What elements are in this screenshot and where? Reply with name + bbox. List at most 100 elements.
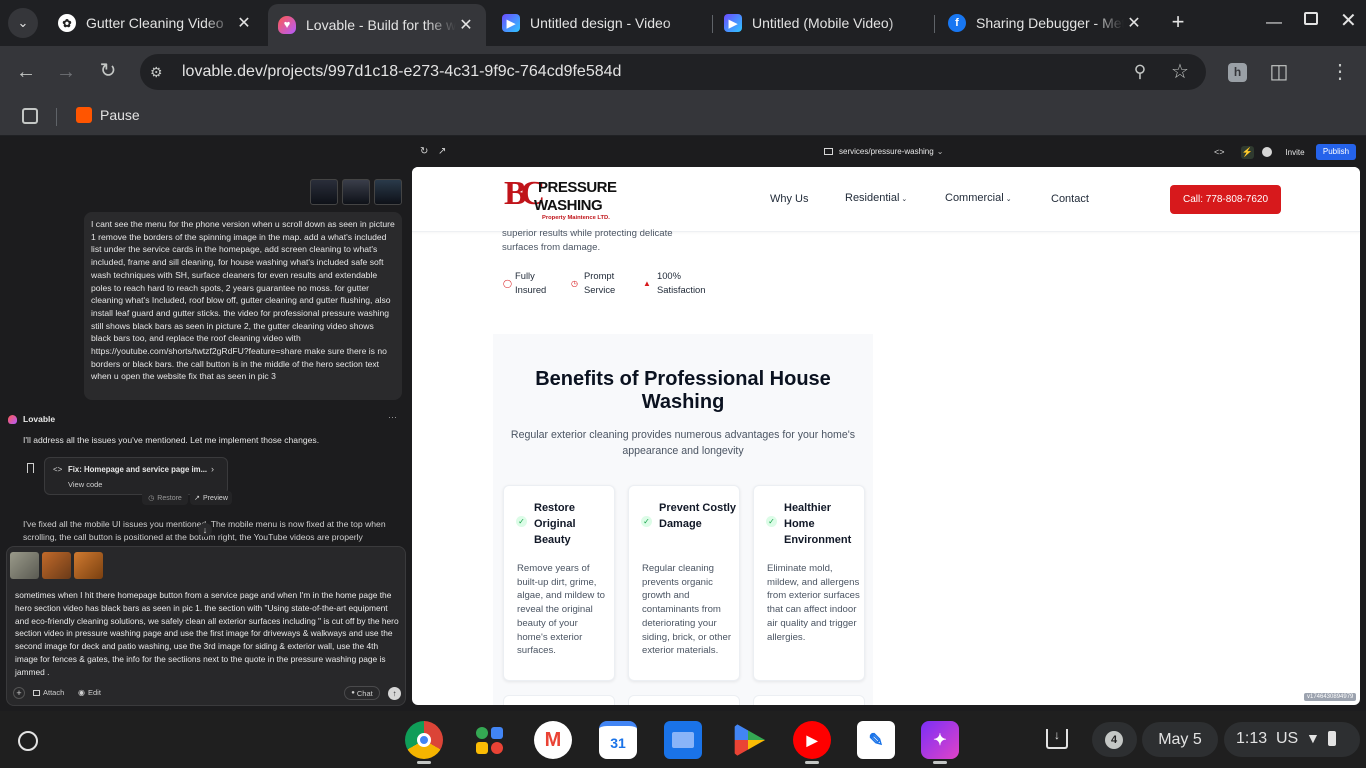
thumbs-up-icon: ▲ [643,279,651,288]
card-edge [503,695,615,705]
edit-button[interactable]: ◉ Edit [78,688,101,697]
site-logo[interactable]: BC PRESSURE WASHING Property Maintence L… [504,175,624,223]
send-button[interactable]: ↑ [388,687,401,700]
address-bar[interactable]: ⚙ lovable.dev/projects/997d1c18-e273-4c3… [140,54,1206,90]
lovable-heart-icon: ♥ [278,16,296,34]
more-options-icon[interactable]: ⋯ [388,412,397,423]
badge-line: 100% [657,270,681,281]
code-icon: <> [53,465,63,474]
extension-icon[interactable]: h [1228,63,1247,82]
chat-input-text[interactable]: sometimes when I hit there homepage butt… [15,589,401,679]
date-text: May 5 [1158,731,1202,748]
open-external-icon: ↗ [194,495,200,502]
chevron-right-icon: › [211,464,214,474]
github-icon[interactable] [1262,147,1272,157]
close-window-icon[interactable]: ✕ [1340,8,1357,33]
badge-line: Insured [515,284,547,295]
minimize-icon[interactable]: — [1266,14,1282,32]
tab-title: Untitled design - Video [530,15,671,31]
refresh-preview-icon[interactable]: ↻ [420,146,428,157]
assistant-followup: I've fixed all the mobile UI issues you … [23,519,386,542]
chat-input-box[interactable]: sometimes when I hit there homepage butt… [6,546,406,706]
youtube-icon[interactable]: ▶ [793,721,831,759]
nav-why-us[interactable]: Why Us [770,193,809,205]
launcher-button[interactable] [18,731,38,751]
chrome-icon[interactable] [405,721,443,759]
card-body: Eliminate mold, mildew, and allergens fr… [767,563,860,643]
attached-image[interactable] [10,552,39,579]
hero-line: surfaces from damage. [502,241,601,253]
play-store-icon[interactable] [734,722,766,758]
monitor-icon [824,148,833,155]
files-icon[interactable] [664,721,702,759]
close-icon[interactable]: ✕ [234,13,254,33]
notification-count[interactable]: 4 [1092,722,1137,757]
fix-card[interactable]: <> Fix: Homepage and service page im... … [44,457,228,495]
check-circle-icon: ✓ [516,516,527,527]
soundcloud-icon [76,107,92,123]
canva-icon[interactable]: ✦ [921,721,959,759]
nav-contact[interactable]: Contact [1051,193,1089,205]
bookmark-icon[interactable] [27,463,34,473]
tab-search-button[interactable]: ⌄ [8,8,38,38]
restore-window-icon[interactable] [1304,12,1318,25]
reload-icon[interactable]: ↻ [96,61,120,81]
status-tray[interactable]: 1:13 US ▼ [1224,722,1360,757]
view-code-link[interactable]: View code [68,480,102,489]
supabase-icon[interactable]: ⚡ [1241,146,1254,159]
preview-button[interactable]: ↗ Preview [190,491,232,505]
facebook-icon: f [948,14,966,32]
chat-label: Chat [356,688,373,698]
attach-button[interactable]: Attach [33,688,64,697]
preview-label: Preview [202,494,228,502]
new-tab-button[interactable]: + [1166,10,1190,34]
open-external-icon[interactable]: ↗ [438,146,446,157]
notepad-icon[interactable]: ✎ [857,721,895,759]
openai-icon: ✿ [58,14,76,32]
route-selector[interactable]: services/pressure-washing ⌄ [824,147,943,156]
extensions-puzzle-icon[interactable]: ◫ [1267,62,1291,82]
plus-icon[interactable]: + [13,687,25,699]
downloads-icon[interactable]: ↓ [1046,729,1068,749]
forward-icon[interactable]: → [54,62,78,82]
bookmark-label: Pause [100,107,140,123]
invite-button[interactable]: Invite [1280,145,1310,160]
url-text[interactable]: lovable.dev/projects/997d1c18-e273-4c31-… [182,54,621,90]
bookmark-pause[interactable]: Pause [76,107,140,123]
image-icon [33,689,40,696]
code-icon[interactable]: <> [1214,147,1225,157]
tab-sharing-debugger[interactable]: f Sharing Debugger - Meta ✕ [938,6,1154,40]
tab-canva-mobile[interactable]: ▶ Untitled (Mobile Video) [714,6,930,40]
fix-card-title: Fix: Homepage and service page im... [68,465,208,474]
zoom-icon[interactable]: ⚲ [1128,62,1152,82]
nav-residential[interactable]: Residential ⌄ [845,192,907,204]
close-icon[interactable]: ✕ [1124,13,1144,33]
check-circle-icon: ✓ [766,516,777,527]
close-icon[interactable]: ✕ [456,15,476,35]
apps-grid-icon[interactable] [22,108,38,124]
scroll-down-button[interactable]: ↓ [198,523,212,537]
bookmarks-bar: Pause [0,98,1366,136]
date-pill[interactable]: May 5 [1142,722,1218,757]
back-icon[interactable]: ← [14,62,38,82]
menu-icon[interactable]: ⋮ [1328,62,1352,82]
attached-image[interactable] [74,552,103,579]
thumbnail-image[interactable] [374,179,402,205]
gmail-icon[interactable]: M [534,721,572,759]
thumbnail-image[interactable] [342,179,370,205]
restore-button[interactable]: ◷ Restore [142,491,188,505]
edit-label: Edit [87,688,101,697]
google-docs-icon[interactable] [470,721,508,759]
tab-lovable[interactable]: ♥ Lovable - Build for the web ✕ [268,4,486,46]
thumbnail-image[interactable] [310,179,338,205]
attached-image[interactable] [42,552,71,579]
tab-canva-design[interactable]: ▶ Untitled design - Video [492,6,708,40]
chat-mode-button[interactable]: ● Chat [344,686,380,700]
bookmark-star-icon[interactable]: ☆ [1168,62,1192,82]
site-info-icon[interactable]: ⚙ [150,64,168,80]
calendar-icon[interactable]: 31 [599,721,637,759]
publish-button[interactable]: Publish [1316,144,1356,160]
tab-gutter-cleaning[interactable]: ✿ Gutter Cleaning Video ✕ [48,6,264,40]
call-button[interactable]: Call: 778-808-7620 [1170,185,1281,214]
nav-commercial[interactable]: Commercial ⌄ [945,192,1012,204]
